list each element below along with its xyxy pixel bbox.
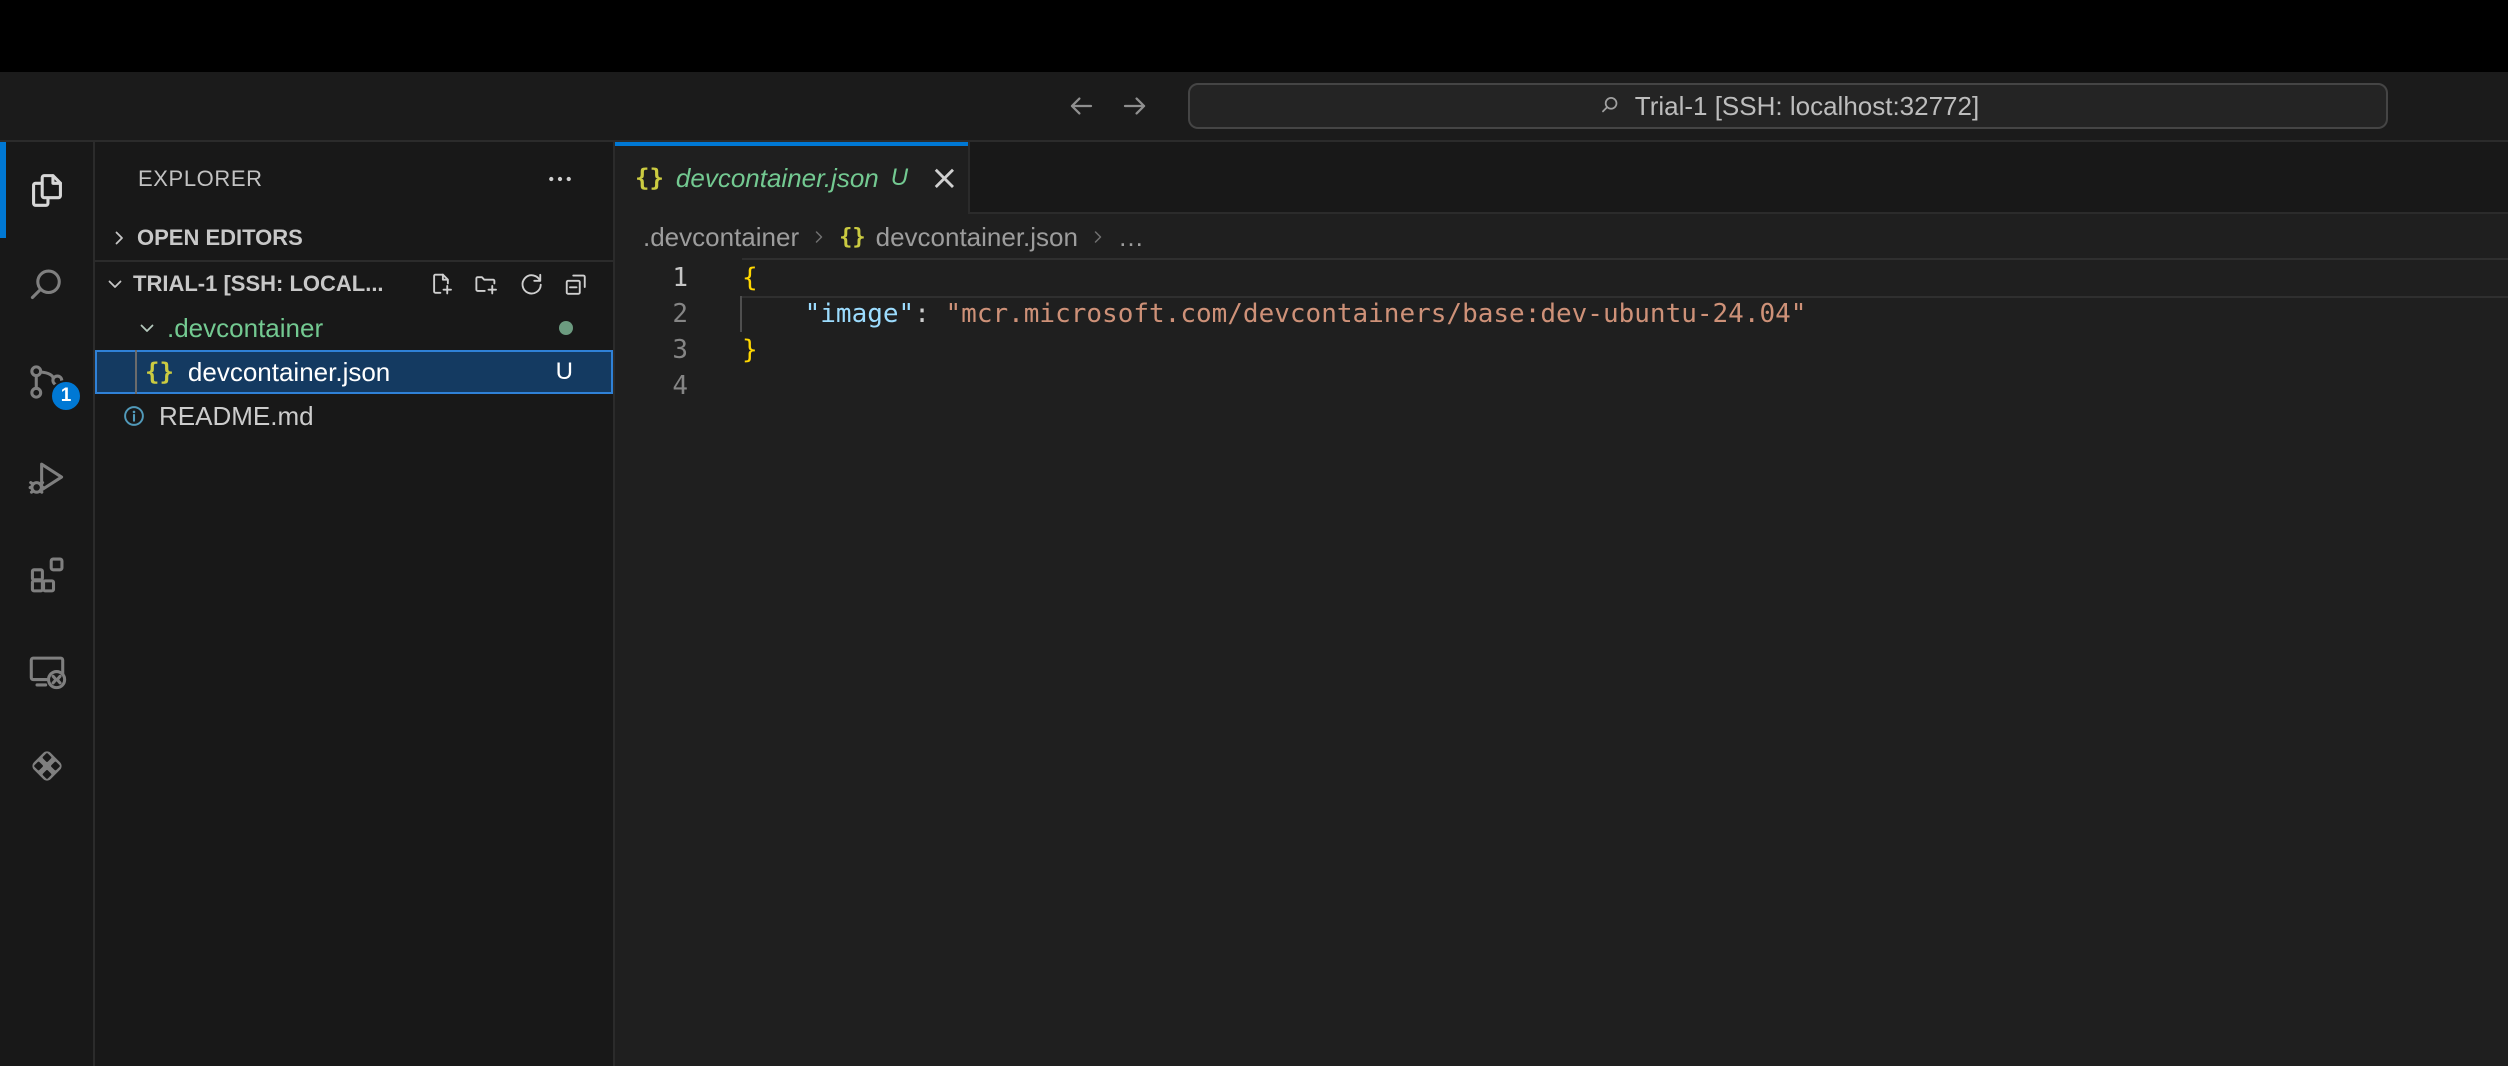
new-file-button[interactable] (426, 269, 456, 299)
arrow-right-icon (1119, 90, 1151, 122)
activity-bar: 1 (0, 142, 95, 1066)
file-label: README.md (159, 401, 314, 432)
window-title: Trial-1 [SSH: localhost:32772] (1635, 91, 1979, 122)
code-token: { (742, 263, 758, 293)
collapse-all-button[interactable] (561, 269, 591, 299)
chevron-down-icon (135, 316, 159, 340)
arrow-left-icon (1065, 90, 1097, 122)
json-file-icon: {} (839, 225, 866, 250)
code-line: 4 (615, 368, 2508, 404)
search-icon (1597, 93, 1623, 119)
json-file-icon: {} (635, 164, 664, 192)
tree-item-readme[interactable]: README.md (95, 394, 613, 438)
new-folder-button[interactable] (471, 269, 501, 299)
open-editors-label: OPEN EDITORS (137, 225, 303, 251)
workspace-section-header[interactable]: TRIAL-1 [SSH: LOCAL... (95, 262, 613, 306)
line-number: 4 (615, 368, 688, 404)
breadcrumb-symbol-more[interactable]: … (1118, 222, 1144, 253)
activity-item-extensions[interactable] (0, 526, 93, 622)
activity-item-remote-explorer[interactable] (0, 622, 93, 718)
new-folder-icon (471, 269, 501, 299)
workspace-label: TRIAL-1 [SSH: LOCAL... (133, 271, 384, 297)
scm-count-badge: 1 (50, 380, 82, 412)
diamond-icon (24, 743, 70, 789)
titlebar: Trial-1 [SSH: localhost:32772] (0, 72, 2508, 142)
collapse-all-icon (561, 269, 591, 299)
code-line: 1 { (615, 260, 2508, 296)
remote-explorer-icon (24, 647, 70, 693)
chevron-right-icon (809, 227, 829, 247)
active-tab-top-border (615, 142, 968, 146)
code-editor[interactable]: 1 { 2 "image": "mcr.microsoft.com/devcon… (615, 260, 2508, 404)
ellipsis-icon (545, 164, 575, 194)
breadcrumb-folder[interactable]: .devcontainer (643, 222, 799, 253)
sidebar-header: EXPLORER (95, 142, 613, 216)
chevron-right-icon (107, 226, 131, 250)
command-center-search[interactable]: Trial-1 [SSH: localhost:32772] (1188, 83, 2388, 129)
file-label: devcontainer.json (188, 357, 390, 388)
chevron-down-icon (103, 272, 127, 296)
code-token (742, 299, 805, 329)
new-file-icon (426, 269, 456, 299)
line-number: 3 (615, 332, 688, 368)
refresh-button[interactable] (516, 269, 546, 299)
tree-item-devcontainer-folder[interactable]: .devcontainer (95, 306, 613, 350)
info-icon (121, 403, 147, 429)
tab-label: devcontainer.json (676, 163, 879, 194)
open-editors-section[interactable]: OPEN EDITORS (95, 216, 613, 260)
macos-menubar-strip (0, 0, 2508, 72)
breadcrumb-file[interactable]: devcontainer.json (876, 222, 1078, 253)
sidebar-title: EXPLORER (138, 166, 263, 192)
chevron-right-icon (1088, 227, 1108, 247)
folder-label: .devcontainer (167, 313, 323, 344)
code-token: "mcr.microsoft.com/devcontainers/base:de… (946, 299, 1807, 329)
code-line: 2 "image": "mcr.microsoft.com/devcontain… (615, 296, 2508, 332)
code-line: 3 } (615, 332, 2508, 368)
refresh-icon (516, 269, 546, 299)
run-debug-icon (24, 455, 70, 501)
editor-area: {} devcontainer.json U × .devcontainer {… (615, 142, 2508, 1066)
code-token: : (914, 299, 945, 329)
git-status-badge: U (556, 358, 573, 386)
back-button[interactable] (1058, 83, 1104, 129)
tree-indent-guide (135, 350, 137, 394)
git-contains-changes-dot (559, 321, 573, 335)
workspace-actions (426, 269, 591, 299)
breadcrumbs: .devcontainer {} devcontainer.json … (615, 214, 2508, 260)
activity-item-extension-diamond[interactable] (0, 718, 93, 814)
close-icon[interactable]: × (930, 161, 959, 195)
activity-item-run-debug[interactable] (0, 430, 93, 526)
active-tab-indicator (0, 142, 6, 238)
line-number: 1 (615, 260, 688, 296)
tree-item-devcontainer-json[interactable]: {} devcontainer.json U (95, 350, 613, 394)
tab-bar: {} devcontainer.json U × (615, 142, 2508, 214)
line-number: 2 (615, 296, 688, 332)
forward-button[interactable] (1112, 83, 1158, 129)
explorer-sidebar: EXPLORER OPEN EDITORS TRIAL-1 [SSH: LOCA… (95, 142, 615, 1066)
files-icon (24, 167, 70, 213)
extensions-icon (24, 551, 70, 597)
tab-untracked-badge: U (891, 164, 908, 192)
activity-item-explorer[interactable] (0, 142, 93, 238)
nav-history-controls (1058, 72, 1158, 140)
code-token: } (742, 335, 758, 365)
search-magnifier-icon (24, 263, 70, 309)
code-token: "image" (805, 299, 915, 329)
tab-devcontainer-json[interactable]: {} devcontainer.json U × (615, 142, 970, 214)
activity-item-search[interactable] (0, 238, 93, 334)
activity-item-source-control[interactable]: 1 (0, 334, 93, 430)
json-file-icon: {} (145, 358, 174, 386)
more-actions-button[interactable] (545, 164, 575, 194)
